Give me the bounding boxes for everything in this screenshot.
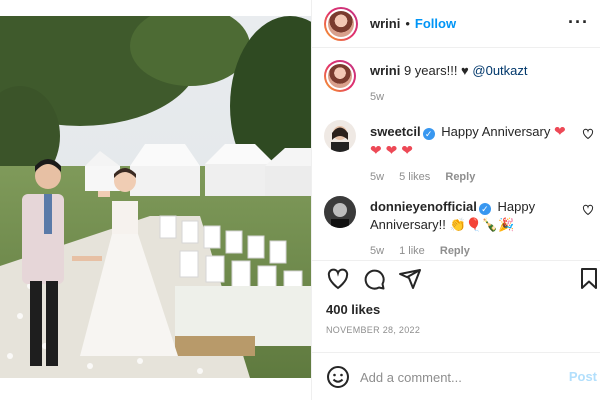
caption-time[interactable]: 5w (370, 91, 384, 103)
comment-likes[interactable]: 5 likes (399, 171, 430, 183)
comment-emoji: 👏🎈🍾🎉 (449, 217, 515, 232)
author-username[interactable]: wrini (370, 16, 400, 31)
caption-mention[interactable]: @0utkazt (472, 63, 527, 78)
separator-dot: • (405, 16, 410, 31)
post-header: wrini • Follow ··· (312, 0, 600, 48)
action-bar (312, 260, 600, 300)
comment-composer: Post (312, 352, 600, 400)
comment-username[interactable]: donnieyenofficial (370, 199, 477, 214)
comment-icon[interactable] (362, 267, 386, 291)
comment-avatar[interactable] (324, 196, 356, 228)
heart-icon[interactable] (326, 267, 350, 291)
wedding-photo-illustration (0, 16, 311, 378)
follow-button[interactable]: Follow (415, 16, 456, 31)
verified-badge-icon: ✓ (422, 128, 435, 140)
list-item: sweetcil ✓ Happy Anniversary ❤ ❤ ❤ ❤ 5w 5… (324, 120, 596, 183)
comment-likes[interactable]: 1 like (399, 245, 425, 257)
caption-avatar[interactable] (324, 60, 356, 92)
comment-avatar[interactable] (324, 120, 356, 152)
caption-text: 9 years!!! ♥ (403, 63, 469, 78)
post-photo[interactable] (0, 16, 311, 378)
caption-username[interactable]: wrini (370, 63, 400, 78)
comment-like-heart-icon[interactable] (582, 204, 594, 216)
post-comment-button[interactable]: Post (569, 369, 597, 384)
comment-time[interactable]: 5w (370, 171, 384, 183)
caption-item: wrini 9 years!!! ♥ @0utkazt 5w (324, 60, 596, 106)
more-options-icon[interactable]: ··· (568, 12, 589, 32)
likes-count[interactable]: 400 likes (326, 302, 380, 317)
bookmark-icon[interactable] (577, 267, 600, 291)
comment-time[interactable]: 5w (370, 245, 384, 257)
verified-badge-icon: ✓ (478, 203, 491, 215)
reply-button[interactable]: Reply (440, 245, 470, 257)
emoji-icon[interactable] (326, 365, 350, 389)
post-media-panel (0, 0, 311, 400)
comment-like-heart-icon[interactable] (582, 128, 594, 140)
list-item: donnieyenofficial ✓ Happy Anniversary!! 👏… (324, 196, 596, 257)
comment-username[interactable]: sweetcil (370, 124, 421, 139)
reply-button[interactable]: Reply (445, 171, 475, 183)
comment-input[interactable] (360, 367, 560, 387)
avatar[interactable] (324, 6, 358, 41)
post-date: NOVEMBER 28, 2022 (326, 325, 421, 335)
comment-text: Happy Anniversary (441, 124, 551, 139)
comments-list[interactable]: wrini 9 years!!! ♥ @0utkazt 5w sweetcil ✓… (312, 48, 600, 260)
post-side-panel: wrini • Follow ··· wrini 9 years!!! ♥ @0… (311, 0, 600, 400)
share-icon[interactable] (398, 267, 422, 291)
